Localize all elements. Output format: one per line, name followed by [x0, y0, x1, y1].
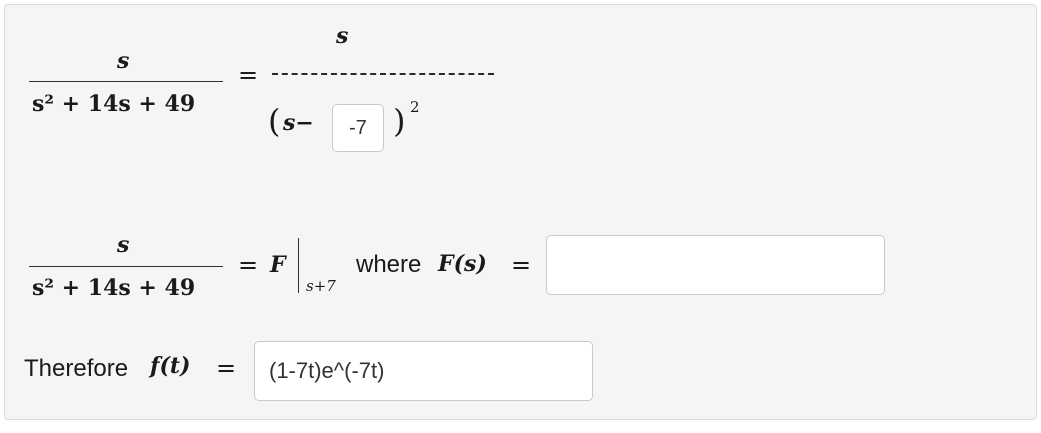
F-of-s-input[interactable]	[546, 235, 885, 295]
eq2-lhs-denominator: s² + 14s + 49	[32, 275, 196, 301]
eq2-F-of-s: F(s)	[438, 251, 487, 277]
eq2-equals-sign: =	[238, 251, 259, 279]
eq1-lhs-fraction-bar	[29, 81, 223, 82]
eq2-evaluation-bar	[298, 238, 299, 293]
eq1-rhs-fraction-bar	[272, 73, 494, 75]
eq1-open-paren: (	[268, 102, 281, 140]
eq2-evaluation-subscript: s+7	[306, 277, 336, 295]
eq1-exponent: 2	[410, 98, 420, 116]
eq1-lhs-denominator: s² + 14s + 49	[32, 91, 196, 117]
f-of-t-input-value: (1-7t)e^(-7t)	[269, 358, 385, 383]
eq1-s-minus: s−	[283, 110, 314, 136]
shift-value-input[interactable]: -7	[332, 104, 384, 152]
eq2-equals-sign-2: =	[511, 251, 532, 279]
eq2-lhs-fraction-bar	[29, 266, 223, 267]
shift-value-text: -7	[349, 116, 367, 139]
eq2-lhs-numerator: s	[117, 232, 130, 258]
eq1-close-paren: )	[393, 102, 406, 140]
eq1-rhs-numerator: s	[336, 23, 349, 49]
eq2-F-symbol: F	[270, 252, 286, 278]
eq2-where-label: where	[356, 251, 422, 278]
f-of-t-label: f(t)	[150, 353, 191, 379]
eq1-lhs-numerator: s	[117, 48, 130, 74]
result-equals-sign: =	[216, 354, 237, 382]
therefore-label: Therefore	[24, 355, 129, 382]
eq1-equals-sign: =	[238, 61, 259, 89]
f-of-t-input[interactable]: (1-7t)e^(-7t)	[254, 341, 593, 401]
